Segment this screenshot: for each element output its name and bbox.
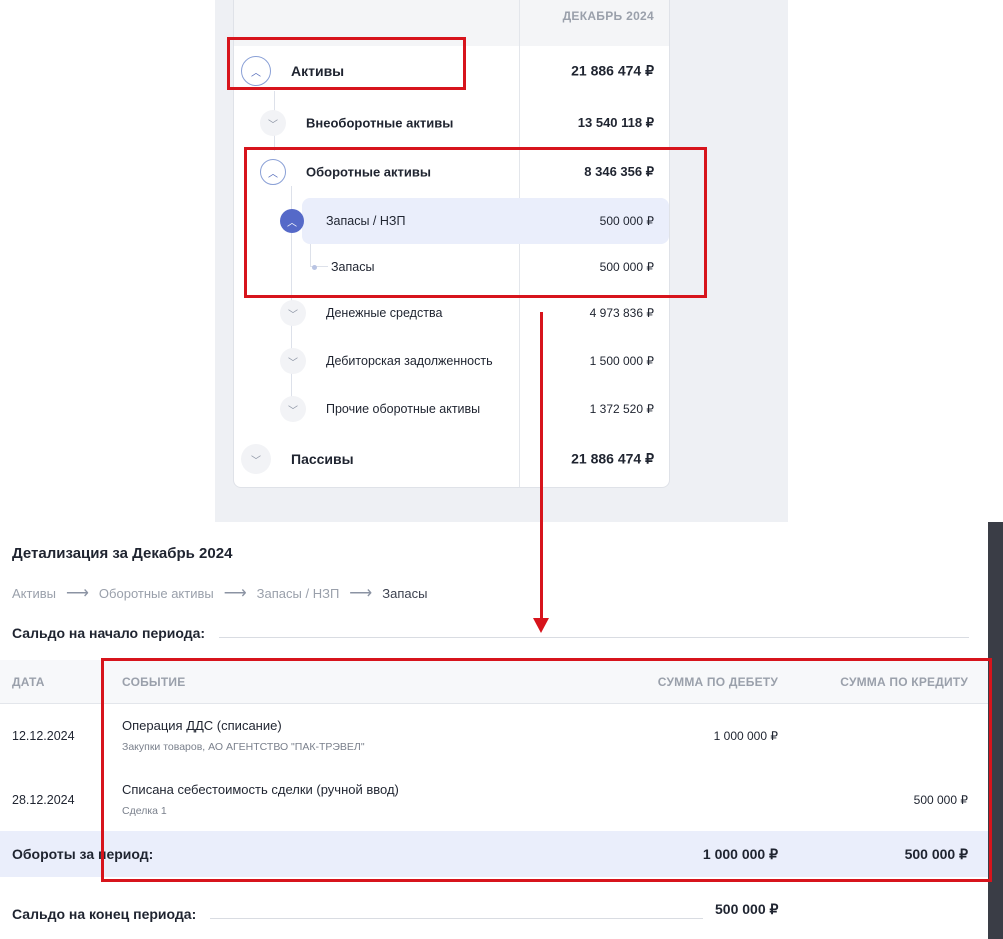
row-event-subtitle: Закупки товаров, АО АГЕНТСТВО "ПАК-ТРЭВЕ… <box>122 741 365 753</box>
column-header-date: ДАТА <box>12 675 45 689</box>
header-divider <box>519 0 520 46</box>
annotation-arrow-head <box>533 618 549 633</box>
chevron-down-icon[interactable]: ﹀ <box>280 300 306 326</box>
saldo-end-label: Сальдо на конец периода: <box>12 906 197 922</box>
tree-row-other-current-assets[interactable]: ﹀ Прочие оборотные активы 1 372 520 ₽ <box>234 389 669 429</box>
tree-row-cash[interactable]: ﹀ Денежные средства 4 973 836 ₽ <box>234 293 669 333</box>
tree-row-inventory[interactable]: Запасы 500 000 ₽ <box>234 247 669 287</box>
saldo-end-line <box>210 918 703 919</box>
tree-row-amount: 21 886 474 ₽ <box>571 450 654 467</box>
table-header: ДАТА СОБЫТИЕ СУММА ПО ДЕБЕТУ СУММА ПО КР… <box>0 660 988 704</box>
saldo-start-label: Сальдо на начало периода: <box>12 625 206 641</box>
chevron-down-icon[interactable]: ﹀ <box>260 110 286 136</box>
tree-row-label: Прочие оборотные активы <box>326 402 481 416</box>
period-header: ДЕКАБРЬ 2024 <box>562 9 654 23</box>
row-event[interactable]: Списана себестоимость сделки (ручной вво… <box>122 782 399 797</box>
breadcrumb-item[interactable]: Оборотные активы <box>99 586 214 601</box>
tree-row-current-assets[interactable]: ︿ Оборотные активы 8 346 356 ₽ <box>234 152 669 192</box>
chevron-up-icon[interactable]: ︿ <box>280 209 304 233</box>
balance-tree-card: ДЕКАБРЬ 2024 ︿ Активы 21 886 474 ₽ ﹀ Вне… <box>233 0 670 488</box>
tree-row-amount: 1 500 000 ₽ <box>589 354 654 368</box>
arrow-right-icon: ⟶ <box>349 585 373 602</box>
chevron-up-icon[interactable]: ︿ <box>260 159 286 185</box>
tree-header: ДЕКАБРЬ 2024 <box>234 0 669 46</box>
chevron-up-icon[interactable]: ︿ <box>241 56 271 86</box>
tree-row-label: Запасы / НЗП <box>326 214 406 228</box>
arrow-right-icon: ⟶ <box>65 585 89 602</box>
totals-debit: 1 000 000 ₽ <box>702 846 778 862</box>
column-header-debit: СУММА ПО ДЕБЕТУ <box>657 675 778 689</box>
tree-row-amount: 500 000 ₽ <box>599 260 654 274</box>
tree-row-amount: 8 346 356 ₽ <box>584 164 654 179</box>
arrow-right-icon: ⟶ <box>223 585 247 602</box>
tree-row-amount: 21 886 474 ₽ <box>571 62 654 79</box>
row-event[interactable]: Операция ДДС (списание) <box>122 718 282 733</box>
saldo-start-line <box>219 637 969 638</box>
tree-row-amount: 1 372 520 ₽ <box>589 402 654 416</box>
column-header-event: СОБЫТИЕ <box>122 675 186 689</box>
balance-tree-panel: ДЕКАБРЬ 2024 ︿ Активы 21 886 474 ₽ ﹀ Вне… <box>215 0 788 522</box>
tree-row-amount: 13 540 118 ₽ <box>577 115 654 130</box>
tree-row-label: Запасы <box>331 260 375 274</box>
tree-row-label: Оборотные активы <box>306 164 431 180</box>
totals-credit: 500 000 ₽ <box>904 846 968 862</box>
tree-row-label: Пассивы <box>291 451 354 467</box>
tree-row-liabilities[interactable]: ﹀ Пассивы 21 886 474 ₽ <box>234 439 669 479</box>
tree-row-receivables[interactable]: ﹀ Дебиторская задолженность 1 500 000 ₽ <box>234 341 669 381</box>
totals-label: Обороты за период: <box>12 846 154 862</box>
breadcrumb-item[interactable]: Запасы / НЗП <box>257 586 340 601</box>
tree-row-noncurrent-assets[interactable]: ﹀ Внеоборотные активы 13 540 118 ₽ <box>234 103 669 143</box>
saldo-end-value: 500 000 ₽ <box>715 901 779 917</box>
row-debit: 1 000 000 ₽ <box>713 729 778 743</box>
tree-row-label: Денежные средства <box>326 306 443 320</box>
table-row[interactable]: 12.12.2024 Операция ДДС (списание) Закуп… <box>0 703 988 767</box>
tree-row-label: Внеоборотные активы <box>306 115 454 131</box>
annotation-arrow-line <box>540 312 543 622</box>
tree-row-inventory-wip[interactable]: ︿ Запасы / НЗП 500 000 ₽ <box>234 201 669 241</box>
detail-title: Детализация за Декабрь 2024 <box>12 545 233 562</box>
tree-row-label: Активы <box>291 63 345 79</box>
breadcrumb: Активы ⟶ Оборотные активы ⟶ Запасы / НЗП… <box>12 583 427 603</box>
row-event-subtitle: Сделка 1 <box>122 805 167 817</box>
chevron-down-icon[interactable]: ﹀ <box>241 444 271 474</box>
row-date: 28.12.2024 <box>12 793 75 807</box>
window-edge <box>988 522 1003 939</box>
totals-row: Обороты за период: 1 000 000 ₽ 500 000 ₽ <box>0 831 988 877</box>
row-credit: 500 000 ₽ <box>913 793 968 807</box>
row-date: 12.12.2024 <box>12 729 75 743</box>
tree-row-amount: 500 000 ₽ <box>599 214 654 228</box>
breadcrumb-current: Запасы <box>382 585 428 601</box>
breadcrumb-item[interactable]: Активы <box>12 586 56 601</box>
column-header-credit: СУММА ПО КРЕДИТУ <box>840 675 968 689</box>
tree-row-assets[interactable]: ︿ Активы 21 886 474 ₽ <box>234 51 669 91</box>
tree-row-amount: 4 973 836 ₽ <box>589 306 654 320</box>
chevron-down-icon[interactable]: ﹀ <box>280 396 306 422</box>
tree-leaf-dot <box>312 265 317 270</box>
chevron-down-icon[interactable]: ﹀ <box>280 348 306 374</box>
tree-row-label: Дебиторская задолженность <box>326 354 493 368</box>
table-row[interactable]: 28.12.2024 Списана себестоимость сделки … <box>0 767 988 831</box>
